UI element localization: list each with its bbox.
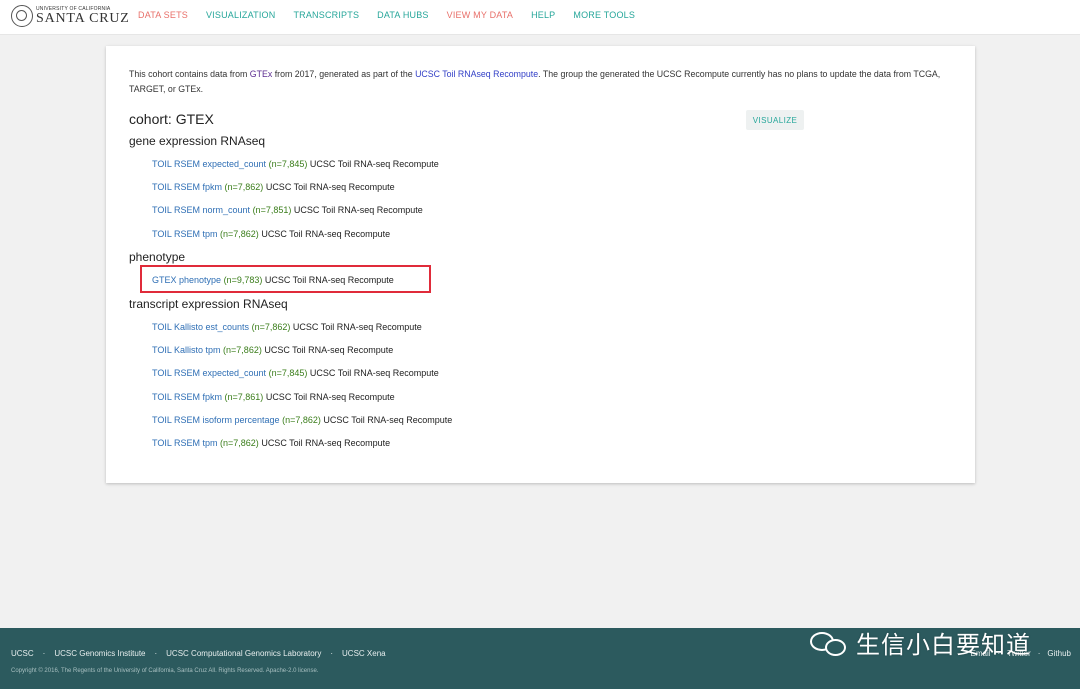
dataset-row: TOIL RSEM fpkm (n=7,861) UCSC Toil RNA-s… (152, 392, 395, 402)
dataset-count: (n=7,845) (268, 368, 308, 378)
dataset-link[interactable]: TOIL RSEM fpkm (152, 182, 222, 192)
nav-data-hubs[interactable]: DATA HUBS (377, 10, 428, 20)
dataset-source: UCSC Toil RNA-seq Recompute (262, 275, 394, 285)
footer-links: UCSC · UCSC Genomics Institute · UCSC Comput… (11, 649, 386, 658)
dataset-link[interactable]: TOIL Kallisto tpm (152, 345, 221, 355)
dataset-source: UCSC Toil RNA-seq Recompute (258, 229, 391, 239)
section-title-gene-expression: gene expression RNAseq (129, 134, 266, 148)
dataset-source: UCSC Toil RNA-seq Recompute (320, 415, 453, 425)
footer-link-genomics-institute[interactable]: UCSC Genomics Institute (54, 649, 145, 658)
nav-help[interactable]: HELP (531, 10, 555, 20)
watermark-overlay: 生信小白要知道 (810, 625, 1031, 660)
cohort-card: This cohort contains data from GTEx from… (106, 46, 975, 483)
dataset-source: UCSC Toil RNA-seq Recompute (263, 182, 395, 192)
top-navigation-bar: UNIVERSITY OF CALIFORNIA SANTA CRUZ DATA… (0, 0, 1080, 35)
dataset-count: (n=7,862) (282, 415, 321, 425)
dataset-count: (n=7,862) (220, 438, 259, 448)
dataset-link[interactable]: TOIL RSEM expected_count (152, 159, 266, 169)
dataset-count: (n=7,845) (268, 159, 308, 169)
dataset-source: UCSC Toil RNA-seq Recompute (307, 368, 439, 378)
dataset-source: UCSC Toil RNA-seq Recompute (307, 159, 439, 169)
dataset-count: (n=7,862) (220, 229, 259, 239)
footer-link-github[interactable]: Github (1047, 649, 1071, 658)
footer-link-computational-genomics-lab[interactable]: UCSC Computational Genomics Laboratory (166, 649, 321, 658)
nav-transcripts[interactable]: TRANSCRIPTS (293, 10, 359, 20)
dataset-count: (n=7,862) (224, 182, 264, 192)
dataset-source: UCSC Toil RNA-seq Recompute (261, 345, 394, 355)
dataset-link[interactable]: TOIL RSEM norm_count (152, 205, 250, 215)
section-title-phenotype: phenotype (129, 250, 186, 264)
dataset-row: TOIL RSEM expected_count (n=7,845) UCSC … (152, 368, 439, 378)
dataset-link[interactable]: TOIL RSEM expected_count (152, 368, 266, 378)
toil-recompute-link[interactable]: UCSC Toil RNAseq Recompute (415, 69, 538, 79)
dataset-count: (n=7,861) (224, 392, 264, 402)
footer-link-ucsc[interactable]: UCSC (11, 649, 34, 658)
dataset-row: TOIL RSEM norm_count (n=7,851) UCSC Toil… (152, 205, 423, 215)
dataset-row: GTEX phenotype (n=9,783) UCSC Toil RNA-s… (152, 275, 394, 285)
dataset-source: UCSC Toil RNA-seq Recompute (263, 392, 395, 402)
dataset-row: TOIL Kallisto est_counts (n=7,862) UCSC … (152, 322, 422, 332)
dataset-link[interactable]: TOIL RSEM isoform percentage (152, 415, 280, 425)
dataset-source: UCSC Toil RNA-seq Recompute (291, 205, 423, 215)
dataset-row: TOIL RSEM fpkm (n=7,862) UCSC Toil RNA-s… (152, 182, 395, 192)
gtex-link[interactable]: GTEx (250, 69, 272, 79)
footer-link-ucsc-xena[interactable]: UCSC Xena (342, 649, 386, 658)
dataset-count: (n=7,862) (223, 345, 262, 355)
logo-main-text: SANTA CRUZ (36, 10, 130, 26)
nav-more-tools[interactable]: MORE TOOLS (573, 10, 635, 20)
main-nav: DATA SETS VISUALIZATION TRANSCRIPTS DATA… (138, 10, 653, 20)
nav-visualization[interactable]: VISUALIZATION (206, 10, 275, 20)
dataset-row: TOIL RSEM isoform percentage (n=7,862) U… (152, 415, 452, 425)
dataset-row: TOIL RSEM tpm (n=7,862) UCSC Toil RNA-se… (152, 229, 390, 239)
dataset-source: UCSC Toil RNA-seq Recompute (290, 322, 422, 332)
dataset-link[interactable]: TOIL RSEM tpm (152, 438, 218, 448)
watermark-text: 生信小白要知道 (856, 632, 1031, 659)
page-footer: UCSC · UCSC Genomics Institute · UCSC Comput… (0, 628, 1080, 689)
dataset-count: (n=9,783) (223, 275, 263, 285)
copyright-text: Copyright © 2016, The Regents of the Uni… (11, 668, 319, 674)
dataset-link[interactable]: TOIL RSEM fpkm (152, 392, 222, 402)
wechat-icon (810, 628, 850, 658)
dataset-link[interactable]: GTEX phenotype (152, 275, 221, 285)
dataset-count: (n=7,862) (251, 322, 291, 332)
university-seal-icon (11, 5, 33, 27)
dataset-row: TOIL Kallisto tpm (n=7,862) UCSC Toil RN… (152, 345, 393, 355)
ucsc-logo[interactable]: UNIVERSITY OF CALIFORNIA SANTA CRUZ (11, 4, 130, 28)
section-title-transcript-expression: transcript expression RNAseq (129, 297, 288, 311)
dataset-source: UCSC Toil RNA-seq Recompute (258, 438, 391, 448)
dataset-row: TOIL RSEM expected_count (n=7,845) UCSC … (152, 159, 439, 169)
cohort-description: This cohort contains data from GTEx from… (129, 69, 941, 94)
cohort-title: cohort: GTEX (129, 111, 214, 127)
dataset-count: (n=7,851) (252, 205, 292, 215)
dataset-link[interactable]: TOIL Kallisto est_counts (152, 322, 249, 332)
dataset-link[interactable]: TOIL RSEM tpm (152, 229, 218, 239)
dataset-row: TOIL RSEM tpm (n=7,862) UCSC Toil RNA-se… (152, 438, 390, 448)
nav-view-my-data[interactable]: VIEW MY DATA (447, 10, 513, 20)
visualize-button[interactable]: VISUALIZE (746, 110, 804, 130)
nav-data-sets[interactable]: DATA SETS (138, 10, 188, 20)
